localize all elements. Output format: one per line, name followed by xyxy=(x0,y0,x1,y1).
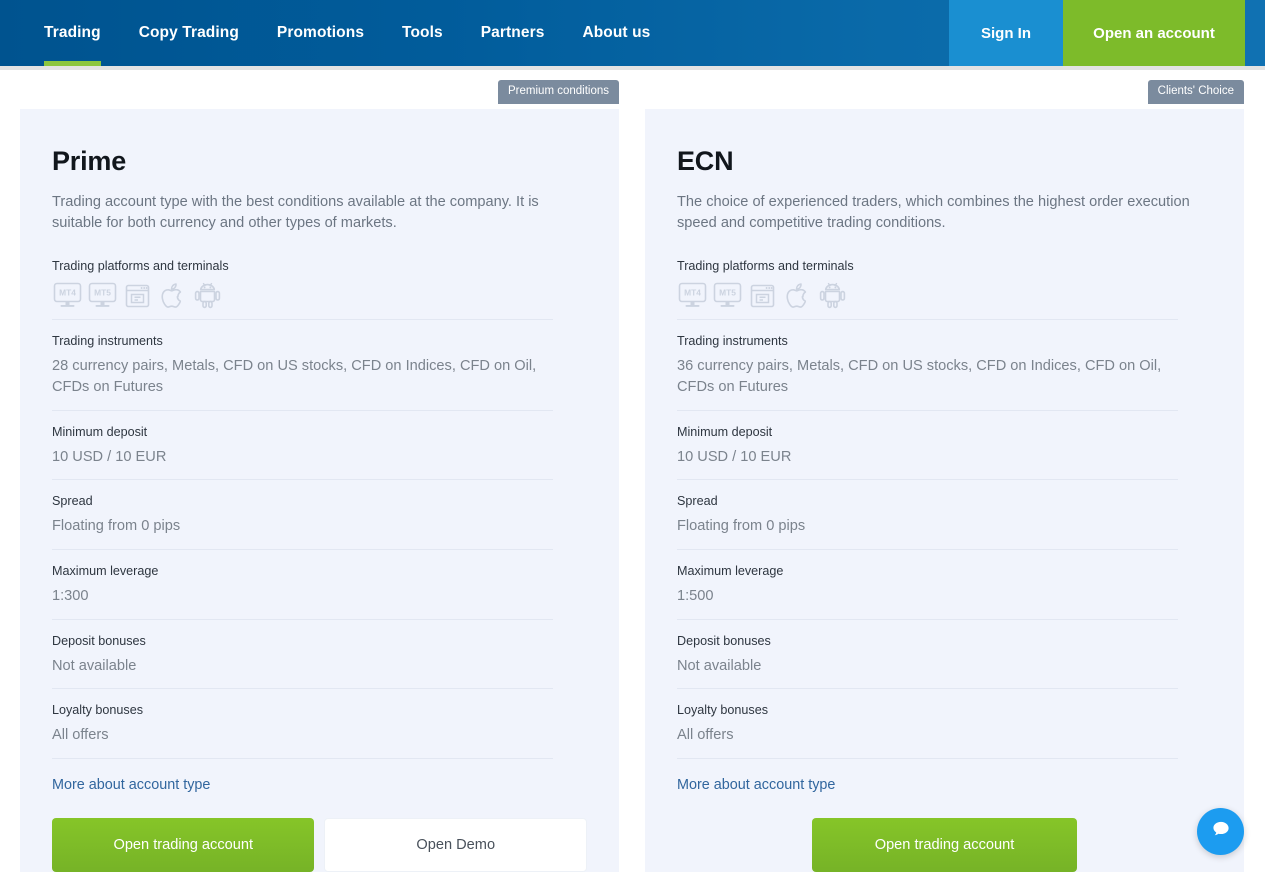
table-row: Deposit bonuses Not available xyxy=(52,620,553,690)
platform-icon-list: MT4 MT5 xyxy=(52,280,553,311)
platforms-row: Trading platforms and terminals MT4 MT5 xyxy=(677,235,1178,321)
svg-text:MT5: MT5 xyxy=(94,288,111,298)
mt5-icon: MT5 xyxy=(712,280,743,311)
table-row: Deposit bonuses Not available xyxy=(677,620,1178,690)
nav-item-label: Copy Trading xyxy=(138,24,239,41)
nav-item-label: Tools xyxy=(402,24,443,41)
table-row: Maximum leverage 1:300 xyxy=(52,550,553,620)
android-icon xyxy=(192,280,223,311)
android-icon xyxy=(817,280,848,311)
nav-item-copy-trading[interactable]: Copy Trading xyxy=(120,0,258,66)
page-body: Premium conditions Prime Trading account… xyxy=(0,70,1265,872)
account-card-prime: Premium conditions Prime Trading account… xyxy=(20,80,619,872)
more-about-account-type-link[interactable]: More about account type xyxy=(52,759,210,793)
table-row: Maximum leverage 1:500 xyxy=(677,550,1178,620)
table-row: Spread Floating from 0 pips xyxy=(52,480,553,551)
nav-item-about-us[interactable]: About us xyxy=(563,0,669,66)
row-label: Maximum leverage xyxy=(52,564,159,579)
svg-text:MT4: MT4 xyxy=(59,288,76,298)
open-trading-account-button[interactable]: Open trading account xyxy=(812,817,1077,872)
nav-item-label: Promotions xyxy=(276,24,365,41)
nav-item-tools[interactable]: Tools xyxy=(383,0,462,66)
platforms-label: Trading platforms and terminals xyxy=(677,258,854,273)
account-type-cards: Premium conditions Prime Trading account… xyxy=(20,80,1245,872)
row-label: Loyalty bonuses xyxy=(52,703,144,718)
row-value: 1:500 xyxy=(677,587,714,604)
row-value: 36 currency pairs, Metals, CFD on US sto… xyxy=(677,358,1162,396)
card-cta-row: Open trading account Open Demo xyxy=(52,794,587,872)
webtrader-icon xyxy=(747,280,778,311)
svg-text:MT4: MT4 xyxy=(684,288,701,298)
sign-in-label: Sign In xyxy=(981,24,1031,42)
table-row: Loyalty bonuses All offers xyxy=(52,689,553,759)
row-value: 10 USD / 10 EUR xyxy=(52,448,167,465)
table-row: Trading instruments 36 currency pairs, M… xyxy=(677,320,1178,411)
open-an-account-button[interactable]: Open an account xyxy=(1063,0,1245,66)
row-value: Not available xyxy=(677,657,762,674)
nav-item-trading[interactable]: Trading xyxy=(44,0,120,66)
table-row: Minimum deposit 10 USD / 10 EUR xyxy=(677,411,1178,481)
row-value: 1:300 xyxy=(52,587,89,604)
row-label: Spread xyxy=(52,494,93,509)
row-value: Floating from 0 pips xyxy=(52,518,181,535)
nav-item-label: Partners xyxy=(480,24,545,41)
card-description: Trading account type with the best condi… xyxy=(52,194,539,232)
open-demo-button[interactable]: Open Demo xyxy=(324,817,587,872)
site-header: Trading Copy Trading Promotions Tools Pa… xyxy=(0,0,1265,66)
mt4-icon: MT4 xyxy=(52,280,83,311)
header-actions: Sign In Open an account xyxy=(949,0,1245,66)
open-trading-account-button[interactable]: Open trading account xyxy=(52,817,315,872)
row-label: Minimum deposit xyxy=(52,424,148,439)
chat-bubble-icon xyxy=(1210,818,1232,845)
platforms-row: Trading platforms and terminals MT4 MT5 xyxy=(52,235,553,321)
row-label: Maximum leverage xyxy=(677,564,784,579)
mt4-icon: MT4 xyxy=(677,280,708,311)
status-badge: Clients' Choice xyxy=(1147,80,1244,104)
svg-text:MT5: MT5 xyxy=(719,288,736,298)
nav-item-label: About us xyxy=(582,24,651,41)
apple-icon xyxy=(782,280,813,311)
row-value: All offers xyxy=(52,727,109,744)
row-label: Deposit bonuses xyxy=(677,633,771,648)
webtrader-icon xyxy=(122,280,153,311)
card-title: ECN xyxy=(677,146,734,176)
main-navigation: Trading Copy Trading Promotions Tools Pa… xyxy=(0,0,949,66)
card-title: Prime xyxy=(52,146,127,176)
card-cta-row: Open trading account xyxy=(677,794,1212,872)
row-label: Loyalty bonuses xyxy=(677,703,769,718)
row-value: All offers xyxy=(677,727,734,744)
account-card-ecn: Clients' Choice ECN The choice of experi… xyxy=(645,80,1244,872)
table-row: Minimum deposit 10 USD / 10 EUR xyxy=(52,411,553,481)
row-label: Spread xyxy=(677,494,718,509)
row-value: Not available xyxy=(52,657,137,674)
status-badge: Premium conditions xyxy=(498,80,619,104)
row-value: 28 currency pairs, Metals, CFD on US sto… xyxy=(52,358,537,396)
row-label: Trading instruments xyxy=(52,334,163,349)
nav-item-label: Trading xyxy=(44,24,101,41)
more-about-account-type-link[interactable]: More about account type xyxy=(677,759,835,793)
nav-item-partners[interactable]: Partners xyxy=(462,0,564,66)
sign-in-button[interactable]: Sign In xyxy=(949,0,1063,66)
apple-icon xyxy=(157,280,188,311)
row-value: 10 USD / 10 EUR xyxy=(677,448,792,465)
table-row: Loyalty bonuses All offers xyxy=(677,689,1178,759)
nav-item-promotions[interactable]: Promotions xyxy=(258,0,383,66)
row-label: Minimum deposit xyxy=(677,424,773,439)
row-value: Floating from 0 pips xyxy=(677,518,806,535)
row-label: Deposit bonuses xyxy=(52,633,146,648)
open-an-account-label: Open an account xyxy=(1093,24,1215,42)
chat-widget-button[interactable] xyxy=(1197,808,1244,855)
row-label: Trading instruments xyxy=(677,334,788,349)
table-row: Spread Floating from 0 pips xyxy=(677,480,1178,551)
mt5-icon: MT5 xyxy=(87,280,118,311)
card-description: The choice of experienced traders, which… xyxy=(677,194,1190,232)
table-row: Trading instruments 28 currency pairs, M… xyxy=(52,320,553,411)
platform-icon-list: MT4 MT5 xyxy=(677,280,1178,311)
platforms-label: Trading platforms and terminals xyxy=(52,258,229,273)
